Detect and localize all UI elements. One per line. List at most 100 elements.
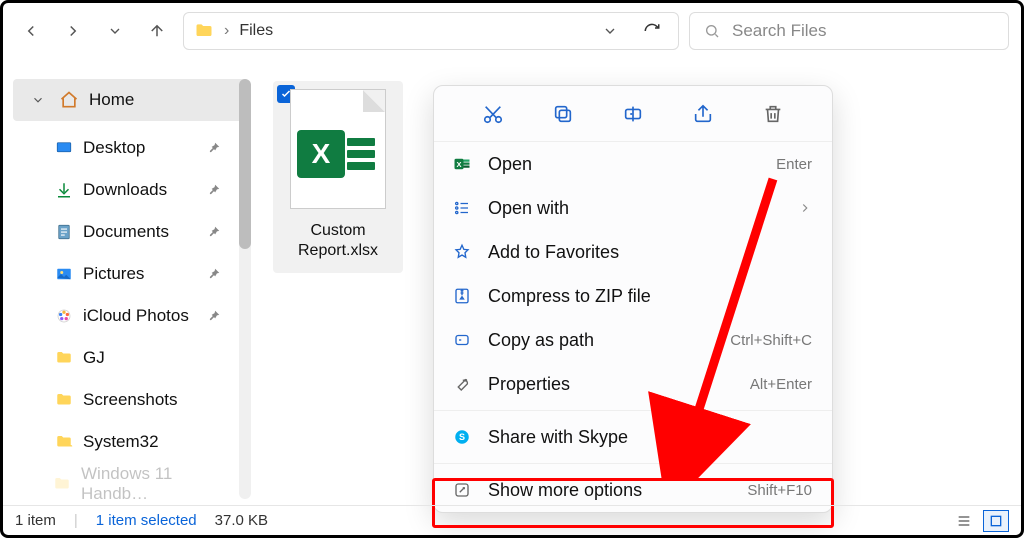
- status-bar: 1 item | 1 item selected 37.0 KB: [3, 505, 1021, 535]
- sidebar-item-gj[interactable]: GJ: [13, 337, 249, 379]
- chevron-down-icon: [31, 93, 45, 107]
- breadcrumb-separator-icon: ›: [224, 22, 229, 40]
- context-menu-label: Add to Favorites: [488, 242, 619, 263]
- folder-icon: [55, 391, 73, 409]
- sidebar-item-label: Screenshots: [83, 390, 178, 410]
- context-menu-separator: [434, 410, 832, 411]
- skype-icon: S: [452, 428, 472, 446]
- nav-up-button[interactable]: [141, 15, 173, 47]
- pin-icon: [207, 183, 221, 197]
- toolbar: › Files Search Files: [3, 3, 1021, 59]
- file-name-label: CustomReport.xlsx: [277, 217, 399, 269]
- folder-icon: [53, 475, 71, 493]
- documents-icon: [55, 223, 73, 241]
- file-item-custom-report[interactable]: X CustomReport.xlsx: [273, 81, 403, 273]
- chevron-right-icon: [798, 201, 812, 215]
- home-icon: [59, 90, 79, 110]
- view-details-button[interactable]: [951, 510, 977, 532]
- shortcut-label: Ctrl+Shift+C: [730, 332, 812, 349]
- sidebar-item-label: System32: [83, 432, 159, 452]
- context-menu-item-open-with[interactable]: Open with: [434, 186, 832, 230]
- file-thumbnail: X: [290, 89, 386, 209]
- folder-icon: [55, 349, 73, 367]
- sidebar-item-windows11handb[interactable]: Windows 11 Handb…: [13, 463, 249, 505]
- context-menu: X Open Enter Open with Add to Favorites …: [433, 85, 833, 513]
- sidebar-item-label: Downloads: [83, 180, 167, 200]
- search-input[interactable]: Search Files: [689, 12, 1009, 50]
- context-menu-item-add-favorites[interactable]: Add to Favorites: [434, 230, 832, 274]
- context-menu-label: Show more options: [488, 480, 642, 501]
- sidebar-item-label: Desktop: [83, 138, 145, 158]
- delete-icon[interactable]: [762, 103, 784, 125]
- sidebar-item-label: Documents: [83, 222, 169, 242]
- sidebar-item-home[interactable]: Home: [13, 79, 249, 121]
- rename-icon[interactable]: [622, 103, 644, 125]
- breadcrumb-dropdown-button[interactable]: [594, 15, 626, 47]
- sidebar-item-system32[interactable]: System32: [13, 421, 249, 463]
- context-menu-item-share-skype[interactable]: S Share with Skype: [434, 415, 832, 459]
- cut-icon[interactable]: [482, 103, 504, 125]
- pin-icon: [207, 267, 221, 281]
- context-menu-item-open[interactable]: X Open Enter: [434, 142, 832, 186]
- sidebar-item-label: GJ: [83, 348, 105, 368]
- folder-icon: [55, 433, 73, 451]
- sidebar-item-label: Home: [89, 90, 134, 110]
- search-icon: [704, 23, 720, 39]
- status-item-count: 1 item: [15, 512, 56, 529]
- refresh-button[interactable]: [636, 15, 668, 47]
- context-menu-label: Open: [488, 154, 532, 175]
- status-selection: 1 item selected: [96, 512, 197, 529]
- sidebar-item-label: Windows 11 Handb…: [81, 464, 221, 504]
- folder-icon: [194, 21, 214, 41]
- excel-icon: X: [297, 130, 385, 182]
- copy-icon[interactable]: [552, 103, 574, 125]
- copy-path-icon: [452, 331, 472, 349]
- star-icon: [452, 243, 472, 261]
- search-placeholder: Search Files: [732, 21, 826, 41]
- sidebar-item-documents[interactable]: Documents: [13, 211, 249, 253]
- zip-icon: [452, 287, 472, 305]
- status-size: 37.0 KB: [215, 512, 268, 529]
- svg-text:S: S: [459, 432, 465, 442]
- sidebar-item-icloud-photos[interactable]: iCloud Photos: [13, 295, 249, 337]
- context-menu-label: Copy as path: [488, 330, 594, 351]
- context-menu-item-compress-zip[interactable]: Compress to ZIP file: [434, 274, 832, 318]
- context-menu-iconbar: [434, 86, 832, 142]
- breadcrumb-item[interactable]: Files: [239, 22, 273, 40]
- status-separator: |: [74, 512, 78, 529]
- wrench-icon: [452, 375, 472, 393]
- scrollbar-thumb[interactable]: [239, 79, 251, 249]
- sidebar-item-label: Pictures: [83, 264, 144, 284]
- navigation-pane: Home Desktop Downloads: [3, 59, 253, 505]
- share-icon[interactable]: [692, 103, 714, 125]
- sidebar-item-screenshots[interactable]: Screenshots: [13, 379, 249, 421]
- sidebar-item-desktop[interactable]: Desktop: [13, 127, 249, 169]
- open-with-icon: [452, 199, 472, 217]
- context-menu-label: Compress to ZIP file: [488, 286, 651, 307]
- desktop-icon: [55, 139, 73, 157]
- svg-text:X: X: [456, 160, 461, 169]
- pin-icon: [207, 141, 221, 155]
- nav-recent-button[interactable]: [99, 15, 131, 47]
- sidebar-scrollbar[interactable]: [239, 79, 251, 499]
- excel-icon: X: [452, 155, 472, 173]
- address-bar[interactable]: › Files: [183, 12, 679, 50]
- shortcut-label: Alt+Enter: [750, 376, 812, 393]
- pin-icon: [207, 309, 221, 323]
- icloud-photos-icon: [55, 307, 73, 325]
- context-menu-separator: [434, 463, 832, 464]
- downloads-icon: [55, 181, 73, 199]
- context-menu-label: Share with Skype: [488, 427, 628, 448]
- sidebar-item-downloads[interactable]: Downloads: [13, 169, 249, 211]
- view-thumbnails-button[interactable]: [983, 510, 1009, 532]
- more-options-icon: [452, 481, 472, 499]
- shortcut-label: Enter: [776, 156, 812, 173]
- nav-back-button[interactable]: [15, 15, 47, 47]
- context-menu-label: Open with: [488, 198, 569, 219]
- context-menu-label: Properties: [488, 374, 570, 395]
- context-menu-item-copy-path[interactable]: Copy as path Ctrl+Shift+C: [434, 318, 832, 362]
- pin-icon: [207, 225, 221, 239]
- sidebar-item-pictures[interactable]: Pictures: [13, 253, 249, 295]
- nav-forward-button[interactable]: [57, 15, 89, 47]
- context-menu-item-properties[interactable]: Properties Alt+Enter: [434, 362, 832, 406]
